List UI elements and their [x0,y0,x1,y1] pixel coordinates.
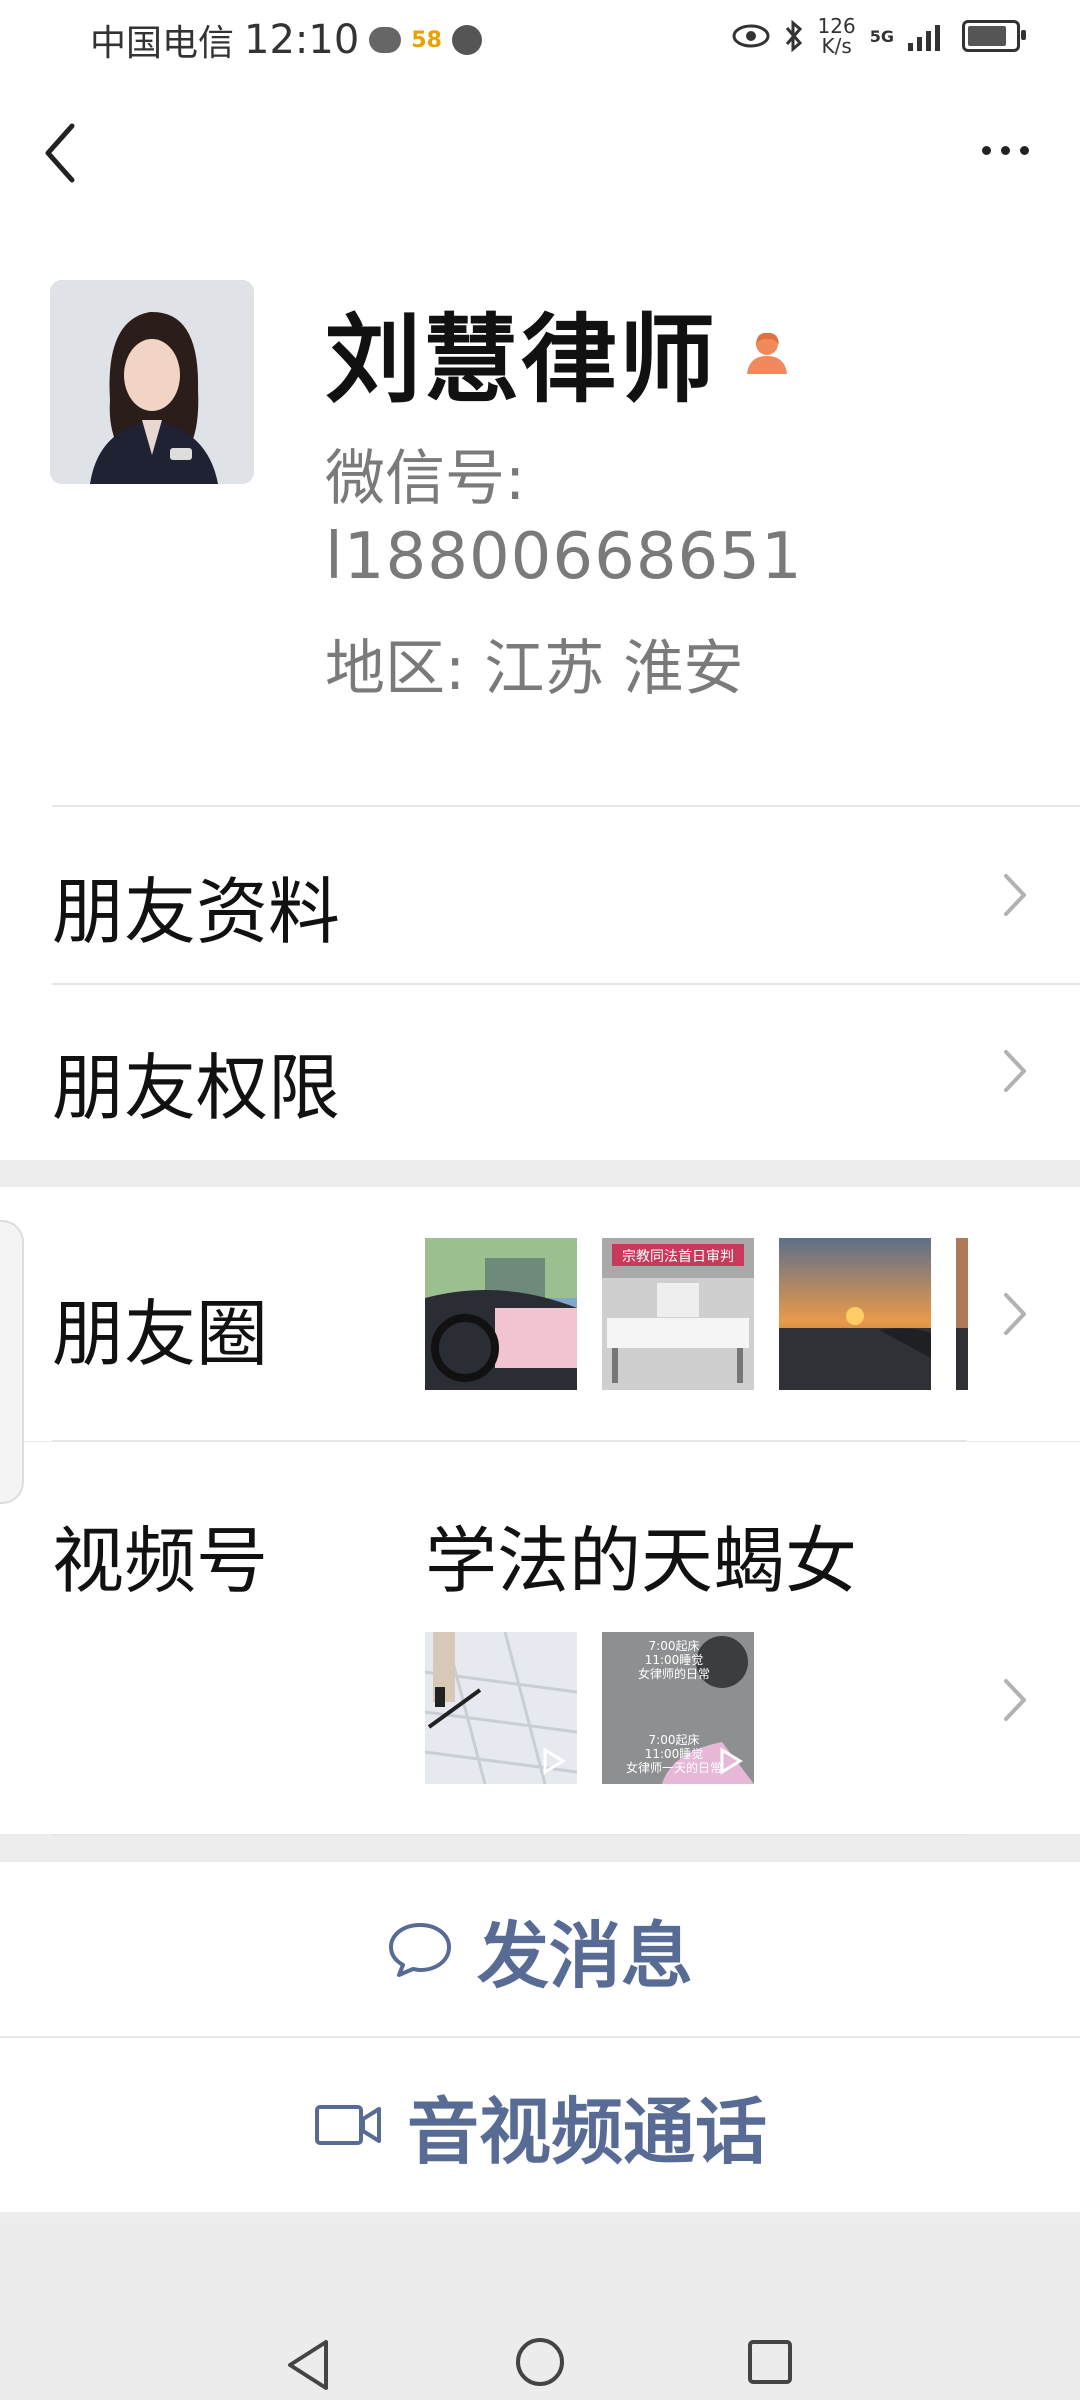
signal-icon [908,25,940,51]
avatar-image [50,280,254,484]
back-arrow-icon[interactable] [40,118,80,188]
thumb-caption: 7:00起床 [649,1639,700,1653]
contact-name-text: 刘慧律师 [325,304,717,416]
dot-icon [981,145,991,155]
thumb-caption: 7:00起床 [649,1733,700,1747]
chevron-right-icon [1004,1293,1026,1335]
side-pull-handle[interactable] [0,1220,24,1504]
moments-photo [956,1238,968,1390]
nav-recents-icon[interactable] [746,2338,794,2386]
av-call-label: 音视频通话 [406,2089,767,2174]
chevron-right-icon [1004,1679,1026,1721]
dot-icon [1019,145,1029,155]
contact-name: 刘慧律师 [325,282,791,421]
eye-icon [732,24,770,48]
bluetooth-icon [785,19,802,53]
thumb-caption: 女律师一天的日常 [626,1760,722,1775]
nav-back-icon[interactable] [284,2338,332,2392]
channels-label: 视频号 [52,1519,269,1603]
battery-icon [962,20,1026,52]
app-58-icon: 58 [411,27,442,53]
moments-photo: 宗教同法首日审判 [602,1238,754,1390]
thumb-caption: 11:00睡觉 [645,1653,704,1667]
nav-home-icon[interactable] [514,2336,566,2388]
status-right: 126 K/s 5G [732,16,1026,56]
chat-bubble-icon [388,1923,451,1977]
region-text: 地区: 江苏 淮安 [325,634,744,704]
wechat-id-label: 微信号: [325,444,526,514]
female-gender-icon [747,332,787,374]
net-speed-unit: K/s [821,34,852,58]
status-left: 中国电信 12:10 58 [90,14,482,66]
more-options-button[interactable] [970,130,1040,170]
friend-permissions-label: 朋友权限 [52,1046,341,1130]
net-speed-value: 126 [817,14,856,38]
video-camera-icon [314,2105,381,2145]
send-message-label: 发消息 [476,1913,693,1998]
av-call-button[interactable]: 音视频通话 [0,2038,1080,2212]
friend-info-label: 朋友资料 [52,870,341,954]
moments-row[interactable]: 朋友圈 宗教同法首日审判 [0,1187,1080,1441]
chevron-right-icon [1004,1050,1026,1092]
channels-account-name: 学法的天蝎女 [425,1519,858,1603]
moments-label: 朋友圈 [52,1292,269,1376]
channels-row[interactable]: 视频号 学法的天蝎女 7:00起床 11:00睡觉 女律师的日常 7:00起床 … [0,1442,1080,1834]
system-nav-bar [0,2220,1080,2400]
clock: 12:10 [244,17,360,63]
banner-text: 宗教同法首日审判 [622,1249,734,1265]
dot-icon [1000,145,1010,155]
wechat-id-value[interactable]: l18800668651 [325,520,803,594]
network-type: 5G [869,26,894,46]
friend-permissions-row[interactable]: 朋友权限 [0,985,1080,1160]
thumb-caption: 女律师的日常 [638,1666,710,1681]
chevron-right-icon [1004,874,1026,916]
thumb-caption: 11:00睡觉 [645,1747,704,1761]
send-message-button[interactable]: 发消息 [0,1862,1080,2036]
avatar[interactable] [50,280,254,484]
net-speed: 126 K/s [818,16,856,56]
moments-photo [779,1238,931,1390]
status-bar: 中国电信 12:10 58 126 K/s 5G [0,0,1080,80]
channel-video-thumbnail[interactable]: 7:00起床 11:00睡觉 女律师的日常 7:00起床 11:00睡觉 女律师… [602,1632,754,1784]
audio-icon [451,25,482,55]
friend-info-row[interactable]: 朋友资料 [0,807,1080,983]
wechat-icon [369,27,402,53]
carrier-label: 中国电信 [90,23,235,64]
divider [52,1834,967,1836]
channel-video-thumbnail[interactable] [425,1632,577,1784]
moments-photo [425,1238,577,1390]
